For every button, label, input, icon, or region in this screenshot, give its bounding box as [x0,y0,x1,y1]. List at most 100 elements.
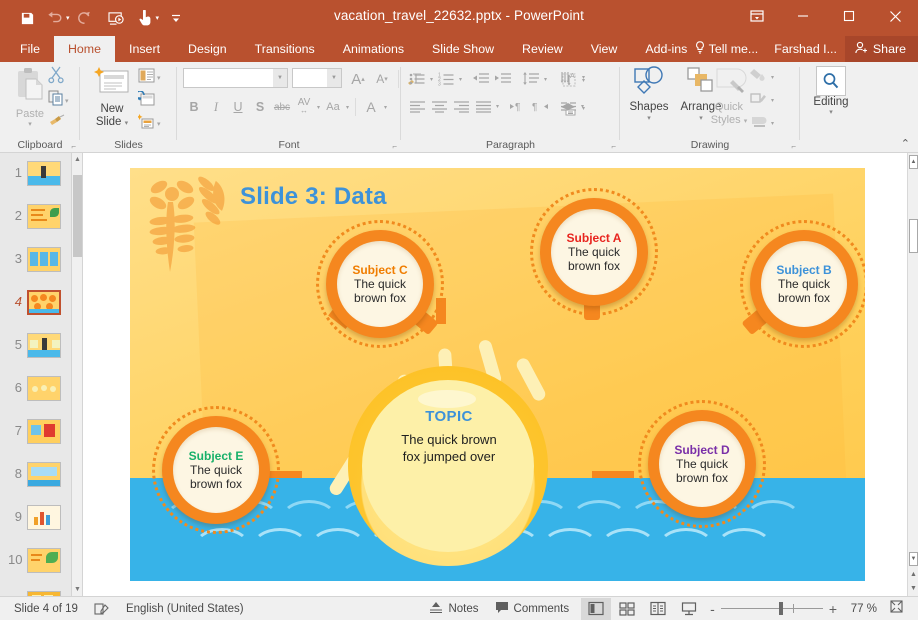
thumbnail-preview[interactable] [27,548,61,573]
font-color-dropdown-icon[interactable]: ▾ [382,104,389,111]
slide-title[interactable]: Slide 3: Data [240,183,387,211]
text-shadow-button[interactable]: S [249,96,271,118]
paste-button[interactable]: Paste ▾ [8,67,52,128]
line-spacing-icon[interactable] [520,68,542,90]
thumbnail-item[interactable]: 1 [0,153,71,196]
new-slide-button[interactable]: New Slide ▾ [86,66,138,130]
format-painter-button[interactable] [48,112,82,135]
scroll-down-icon[interactable]: ▼ [909,552,918,566]
paragraph-dialog-launcher[interactable]: ⌐ [611,142,616,151]
tab-transitions[interactable]: Transitions [241,36,329,62]
editing-dropdown-icon[interactable]: ▾ [810,108,852,116]
thumbnail-item[interactable]: 9 [0,497,71,540]
shape-outline-dropdown-icon[interactable]: ▾ [769,97,776,104]
thumbnail-preview[interactable] [27,290,61,315]
thumbnail-preview[interactable] [27,419,61,444]
slide-indicator[interactable]: Slide 4 of 19 [0,597,86,620]
bubble-subject-c[interactable]: Subject C The quick brown fox [316,220,444,348]
scroll-down-icon[interactable]: ▼ [73,586,82,593]
reading-view-button[interactable] [643,598,673,620]
thumbnail-preview[interactable] [27,505,61,530]
thumbnail-item[interactable]: 3 [0,239,71,282]
thumbnail-item[interactable]: 2 [0,196,71,239]
character-spacing-button[interactable]: AV ↔ [293,96,315,118]
numbering-dropdown-icon[interactable]: ▾ [457,76,464,83]
drawing-dialog-launcher[interactable]: ⌐ [791,142,796,151]
ltr-icon[interactable]: ¶ [507,95,529,117]
thumbnail-item[interactable]: 10 [0,540,71,583]
collapse-ribbon-icon[interactable]: ⌃ [901,137,910,150]
zoom-slider[interactable] [720,602,823,615]
numbering-icon[interactable]: 123 [435,68,457,90]
decrease-font-size-button[interactable]: A ▾ [371,68,393,90]
bullets-dropdown-icon[interactable]: ▾ [428,76,435,83]
shape-effects-dropdown-icon[interactable]: ▾ [769,120,776,127]
font-size-combobox[interactable]: ▼ [292,68,342,88]
scroll-up-icon[interactable]: ▲ [73,156,82,163]
increase-indent-icon[interactable] [492,68,514,90]
bubble-subject-e[interactable]: Subject E The quick brown fox [152,406,280,534]
font-dialog-launcher[interactable]: ⌐ [392,142,397,151]
reset-button[interactable] [135,89,176,112]
tab-review[interactable]: Review [508,36,577,62]
change-case-button[interactable]: Aa [322,96,344,118]
tab-home[interactable]: Home [53,36,116,62]
shapes-dropdown-icon[interactable]: ▾ [624,114,674,122]
character-spacing-dropdown-icon[interactable]: ▾ [315,104,322,111]
zoom-in-button[interactable]: + [829,601,837,617]
tell-me-button[interactable]: Tell me... [687,36,767,62]
minimize-icon[interactable] [780,0,826,32]
tab-file[interactable]: File [6,36,54,62]
cut-button[interactable] [48,66,82,89]
bubble-subject-d[interactable]: Subject D The quick brown fox [638,400,766,528]
close-icon[interactable] [872,0,918,32]
shape-effects-button[interactable]: ▾ [750,112,796,135]
maximize-icon[interactable] [826,0,872,32]
section-dropdown-icon[interactable]: ▾ [157,120,161,128]
slide-canvas-area[interactable]: Slide 3: Data TOPIC The quick brown fox … [83,153,907,596]
align-center-icon[interactable] [428,95,450,117]
thumbnail-pane-scrollbar[interactable]: ▲ ▼ [72,153,83,596]
slide-surface[interactable]: Slide 3: Data TOPIC The quick brown fox … [130,168,865,581]
slide-thumbnail-pane[interactable]: 1 2 3 4 5 6 7 8 9 10 [0,153,72,596]
zoom-out-button[interactable]: - [710,601,715,617]
zoom-level-label[interactable]: 77 % [843,603,877,615]
font-size-dropdown-icon[interactable]: ▼ [327,69,341,87]
spellcheck-icon[interactable] [86,597,118,620]
change-case-dropdown-icon[interactable]: ▾ [344,104,351,111]
zoom-slider-knob[interactable] [778,602,783,615]
next-slide-icon[interactable]: ▼ [909,585,918,592]
bubble-subject-b[interactable]: Subject B The quick brown fox [740,220,865,348]
thumbnail-preview[interactable] [27,462,61,487]
scrollbar-thumb[interactable] [73,175,82,257]
quick-styles-button[interactable]: Quick Styles ▾ [706,66,752,128]
layout-dropdown-icon[interactable]: ▾ [157,74,161,82]
align-text-dropdown-icon[interactable]: ▾ [580,77,587,84]
decrease-indent-icon[interactable] [470,68,492,90]
notes-button[interactable]: Notes [421,597,486,620]
justify-icon[interactable] [472,95,494,117]
align-right-icon[interactable] [450,95,472,117]
thumbnail-preview[interactable] [27,333,61,358]
tab-slide-show[interactable]: Slide Show [418,36,508,62]
italic-button[interactable]: I [205,96,227,118]
bullets-icon[interactable] [406,68,428,90]
shape-outline-button[interactable]: ▾ [750,89,796,112]
thumbnail-item[interactable]: 6 [0,368,71,411]
thumbnail-item[interactable]: 8 [0,454,71,497]
layout-button[interactable]: ▾ [138,66,176,89]
tab-animations[interactable]: Animations [329,36,418,62]
convert-to-smartart-icon[interactable] [558,97,580,119]
share-button[interactable]: Share [844,36,918,62]
editing-button[interactable]: Editing ▾ [810,66,852,116]
paste-dropdown-icon[interactable]: ▾ [8,120,52,128]
copy-button[interactable]: ▾ [48,89,82,112]
tab-view[interactable]: View [577,36,632,62]
thumbnail-item[interactable]: 7 [0,411,71,454]
topic-textbox[interactable]: TOPIC The quick brown fox jumped over [390,408,508,465]
align-text-icon[interactable] [558,69,580,91]
bubble-subject-a[interactable]: Subject A The quick brown fox [530,188,658,320]
thumbnail-preview[interactable] [27,204,61,229]
scroll-up-icon[interactable]: ▲ [909,155,918,169]
language-indicator[interactable]: English (United States) [118,597,252,620]
